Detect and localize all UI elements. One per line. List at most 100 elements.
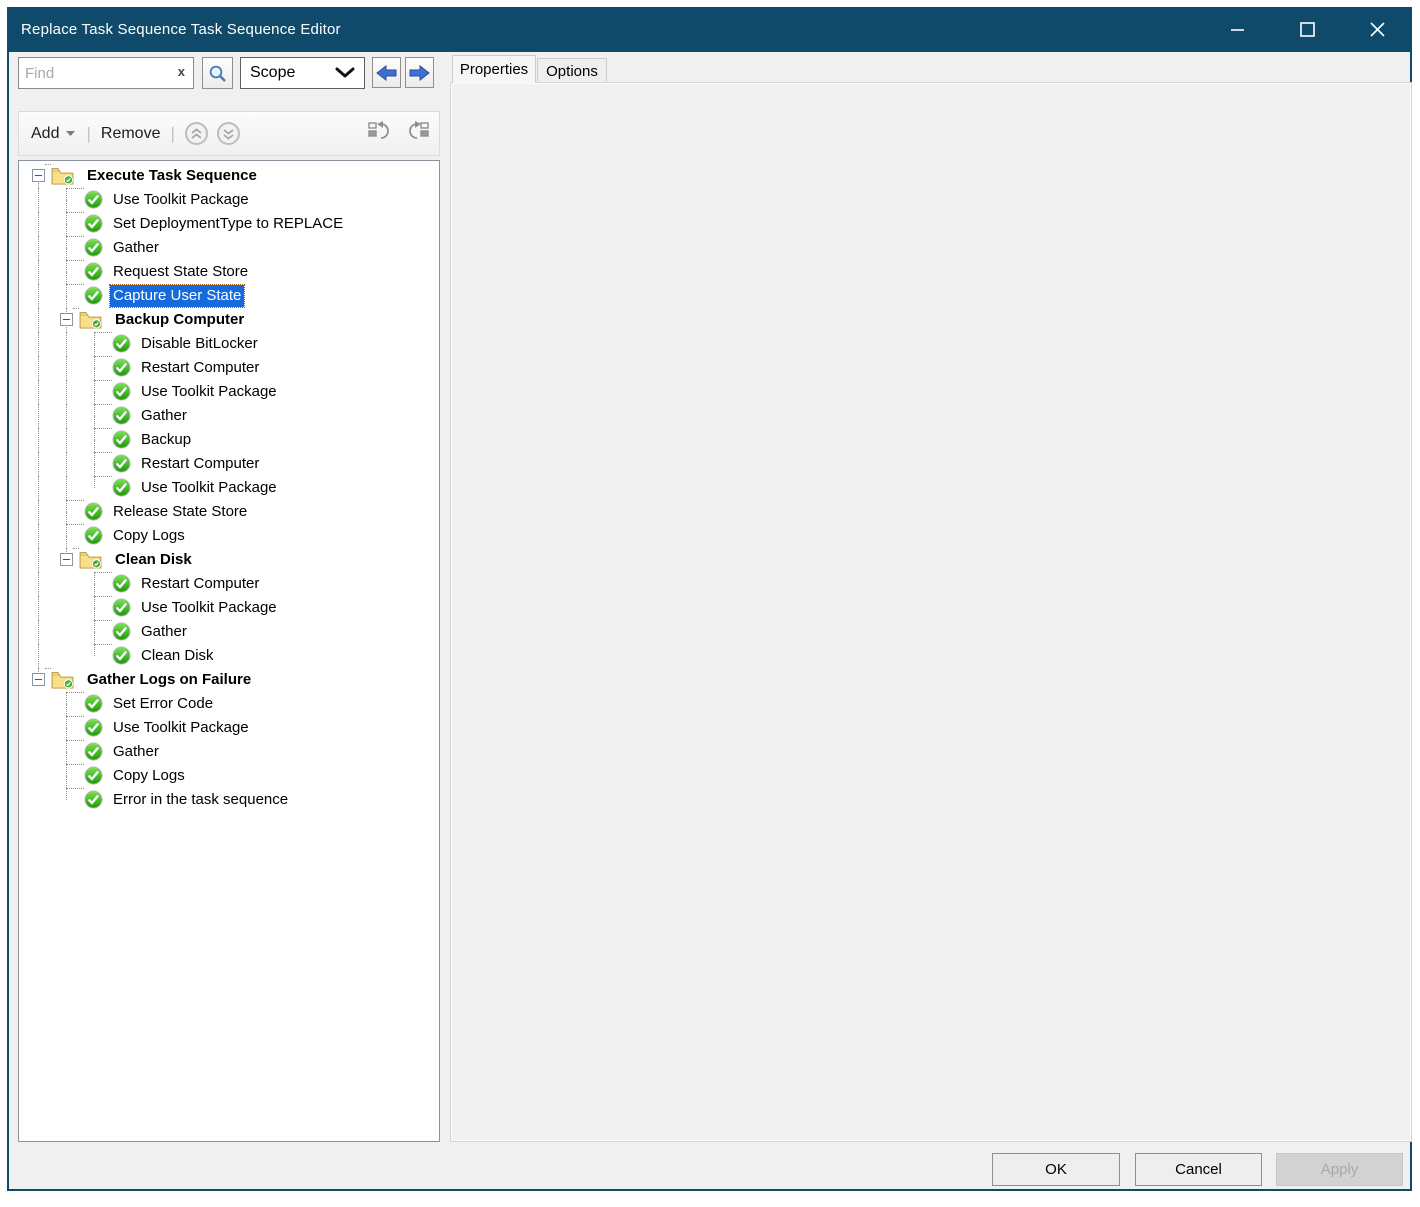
tree-group-row[interactable]: Gather Logs on Failure xyxy=(19,668,439,692)
ok-button[interactable]: OK xyxy=(992,1153,1120,1186)
tree-group-label[interactable]: Gather Logs on Failure xyxy=(84,669,254,691)
tree-toolbar: Add | Remove | xyxy=(18,111,440,156)
find-next-button[interactable] xyxy=(405,57,434,88)
add-button[interactable]: Add xyxy=(31,125,59,143)
tree-item-label[interactable]: Use Toolkit Package xyxy=(138,381,280,403)
tree-item-row[interactable]: Use Toolkit Package xyxy=(19,716,439,740)
tree-item-row[interactable]: Restart Computer xyxy=(19,356,439,380)
tab-options[interactable]: Options xyxy=(537,58,607,83)
tree-item-label[interactable]: Use Toolkit Package xyxy=(110,717,252,739)
expand-toggle-icon[interactable] xyxy=(32,169,45,182)
move-down-button[interactable] xyxy=(217,122,240,145)
tree-item-label[interactable]: Restart Computer xyxy=(138,573,262,595)
tree-item-label[interactable]: Copy Logs xyxy=(110,765,188,787)
tree-item-label[interactable]: Disable BitLocker xyxy=(138,333,261,355)
tree-item-label[interactable]: Gather xyxy=(138,405,190,427)
tree-item-label[interactable]: Use Toolkit Package xyxy=(110,189,252,211)
tree-group-label[interactable]: Execute Task Sequence xyxy=(84,165,260,187)
tree-guide-line xyxy=(94,464,95,476)
minimize-button[interactable] xyxy=(1208,7,1266,52)
tree-guide-line xyxy=(38,644,39,668)
tree-item-row[interactable]: Clean Disk xyxy=(19,644,439,668)
tree-item-row[interactable]: Gather xyxy=(19,740,439,764)
redo-list-icon xyxy=(404,118,431,144)
check-circle-icon xyxy=(84,766,103,790)
find-input[interactable] xyxy=(25,58,165,88)
tree-item-label[interactable]: Set Error Code xyxy=(110,693,216,715)
tree-item-row[interactable]: Gather xyxy=(19,404,439,428)
tree-item-label[interactable]: Capture User State xyxy=(110,285,244,307)
tree-item-row[interactable]: Capture User State xyxy=(19,284,439,308)
expand-toggle-icon[interactable] xyxy=(32,673,45,686)
tree-item-label[interactable]: Clean Disk xyxy=(138,645,217,667)
tree-item-row[interactable]: Gather xyxy=(19,620,439,644)
tree-guide-line xyxy=(67,188,84,189)
clear-icon[interactable]: x xyxy=(178,64,185,79)
task-sequence-tree[interactable]: Execute Task SequenceUse Toolkit Package… xyxy=(18,160,440,1142)
check-circle-icon xyxy=(112,358,131,382)
tree-guide-line xyxy=(73,308,79,309)
tree-item-label[interactable]: Restart Computer xyxy=(138,453,262,475)
tree-guide-line xyxy=(38,476,39,500)
redo-list-button[interactable] xyxy=(404,118,431,149)
expand-toggle-icon[interactable] xyxy=(60,553,73,566)
tree-item-label[interactable]: Use Toolkit Package xyxy=(138,477,280,499)
cancel-button[interactable]: Cancel xyxy=(1135,1153,1262,1186)
tree-item-row[interactable]: Error in the task sequence xyxy=(19,788,439,812)
tree-item-row[interactable]: Copy Logs xyxy=(19,764,439,788)
tree-group-label[interactable]: Backup Computer xyxy=(112,309,247,331)
tree-item-row[interactable]: Gather xyxy=(19,236,439,260)
tree-item-label[interactable]: Gather xyxy=(138,621,190,643)
tree-guide-line xyxy=(38,332,39,356)
tree-item-row[interactable]: Use Toolkit Package xyxy=(19,380,439,404)
tree-item-row[interactable]: Request State Store xyxy=(19,260,439,284)
tree-item-row[interactable]: Backup xyxy=(19,428,439,452)
tree-item-label[interactable]: Set DeploymentType to REPLACE xyxy=(110,213,346,235)
tree-guide-line xyxy=(66,764,67,776)
tree-item-row[interactable]: Use Toolkit Package xyxy=(19,596,439,620)
tree-item-label[interactable]: Use Toolkit Package xyxy=(138,597,280,619)
check-circle-icon xyxy=(112,598,131,622)
scope-dropdown[interactable]: Scope xyxy=(240,57,365,89)
check-circle-icon xyxy=(84,262,103,286)
undo-list-button[interactable] xyxy=(367,118,394,149)
tree-item-row[interactable]: Use Toolkit Package xyxy=(19,188,439,212)
tree-item-label[interactable]: Copy Logs xyxy=(110,525,188,547)
tree-item-label[interactable]: Backup xyxy=(138,429,194,451)
tree-group-row[interactable]: Backup Computer xyxy=(19,308,439,332)
tree-item-row[interactable]: Use Toolkit Package xyxy=(19,476,439,500)
tree-group-row[interactable]: Clean Disk xyxy=(19,548,439,572)
tree-item-label[interactable]: Restart Computer xyxy=(138,357,262,379)
tree-guide-line xyxy=(94,380,95,392)
tree-item-row[interactable]: Set Error Code xyxy=(19,692,439,716)
find-field-wrap: x xyxy=(18,57,194,89)
search-button[interactable] xyxy=(202,57,233,89)
tree-item-label[interactable]: Error in the task sequence xyxy=(110,789,291,811)
title-bar[interactable]: Replace Task Sequence Task Sequence Edit… xyxy=(7,7,1412,52)
tree-guide-line xyxy=(66,296,67,308)
find-previous-button[interactable] xyxy=(372,57,401,88)
expand-toggle-icon[interactable] xyxy=(60,313,73,326)
tree-item-row[interactable]: Copy Logs xyxy=(19,524,439,548)
tree-item-row[interactable]: Restart Computer xyxy=(19,452,439,476)
tree-item-label[interactable]: Request State Store xyxy=(110,261,251,283)
tree-guide-line xyxy=(38,620,39,644)
tree-item-row[interactable]: Restart Computer xyxy=(19,572,439,596)
tab-properties[interactable]: Properties xyxy=(452,55,536,83)
maximize-button[interactable] xyxy=(1278,7,1336,52)
move-up-button[interactable] xyxy=(185,122,208,145)
tree-item-row[interactable]: Release State Store xyxy=(19,500,439,524)
tree-guide-line xyxy=(95,620,112,621)
tree-group-label[interactable]: Clean Disk xyxy=(112,549,195,571)
tree-item-row[interactable]: Set DeploymentType to REPLACE xyxy=(19,212,439,236)
close-button[interactable] xyxy=(1348,7,1406,52)
apply-button[interactable]: Apply xyxy=(1276,1153,1403,1186)
tree-item-label[interactable]: Gather xyxy=(110,237,162,259)
tree-guide-line xyxy=(38,356,39,380)
tree-item-label[interactable]: Gather xyxy=(110,741,162,763)
remove-button[interactable]: Remove xyxy=(101,125,161,143)
check-circle-icon xyxy=(112,478,131,502)
tree-item-label[interactable]: Release State Store xyxy=(110,501,250,523)
tree-item-row[interactable]: Disable BitLocker xyxy=(19,332,439,356)
tree-group-row[interactable]: Execute Task Sequence xyxy=(19,164,439,188)
